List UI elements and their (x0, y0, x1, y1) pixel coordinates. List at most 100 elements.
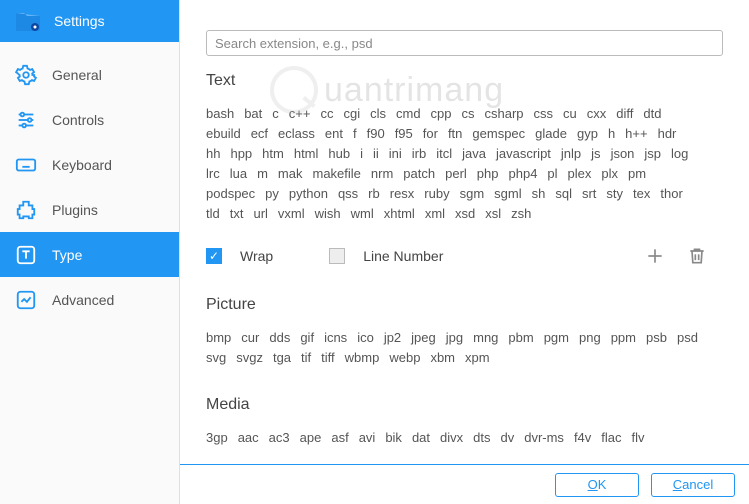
extension-item[interactable]: ii (373, 144, 379, 164)
extension-item[interactable]: dtd (643, 104, 661, 124)
extension-item[interactable]: icns (324, 328, 347, 348)
extension-item[interactable]: ppm (611, 328, 636, 348)
extension-item[interactable]: wml (351, 204, 374, 224)
extension-item[interactable]: tif (301, 348, 311, 368)
extension-item[interactable]: pgm (544, 328, 569, 348)
extension-item[interactable]: avi (359, 428, 376, 448)
extension-item[interactable]: css (534, 104, 554, 124)
extension-item[interactable]: dds (269, 328, 290, 348)
sidebar-item-advanced[interactable]: Advanced (0, 277, 179, 322)
extension-item[interactable]: gyp (577, 124, 598, 144)
extension-item[interactable]: c (272, 104, 279, 124)
extension-item[interactable]: log (671, 144, 688, 164)
extension-item[interactable]: jp2 (384, 328, 401, 348)
sidebar-item-type[interactable]: Type (0, 232, 179, 277)
extension-item[interactable]: h++ (625, 124, 647, 144)
extension-item[interactable]: sty (606, 184, 623, 204)
delete-button[interactable] (685, 244, 709, 268)
extension-item[interactable]: f (353, 124, 357, 144)
extension-item[interactable]: cu (563, 104, 577, 124)
line-number-checkbox[interactable] (329, 248, 345, 264)
extension-item[interactable]: diff (616, 104, 633, 124)
extension-item[interactable]: dv (500, 428, 514, 448)
sidebar-item-keyboard[interactable]: Keyboard (0, 142, 179, 187)
sidebar-item-general[interactable]: General (0, 52, 179, 97)
extension-item[interactable]: pm (628, 164, 646, 184)
extension-item[interactable]: mng (473, 328, 498, 348)
extension-item[interactable]: tld (206, 204, 220, 224)
extension-item[interactable]: jpg (446, 328, 463, 348)
extension-item[interactable]: hpp (230, 144, 252, 164)
extension-item[interactable]: irb (412, 144, 426, 164)
extension-item[interactable]: h (608, 124, 615, 144)
extension-item[interactable]: txt (230, 204, 244, 224)
extension-item[interactable]: xsd (455, 204, 475, 224)
extension-item[interactable]: 3gp (206, 428, 228, 448)
extension-item[interactable]: makefile (312, 164, 360, 184)
extension-item[interactable]: php (477, 164, 499, 184)
extension-item[interactable]: py (265, 184, 279, 204)
extension-item[interactable]: i (360, 144, 363, 164)
extension-item[interactable]: ecf (251, 124, 268, 144)
extension-item[interactable]: wish (315, 204, 341, 224)
extension-item[interactable]: bik (385, 428, 402, 448)
extension-item[interactable]: xsl (485, 204, 501, 224)
extension-item[interactable]: php4 (509, 164, 538, 184)
extension-item[interactable]: sql (555, 184, 572, 204)
extension-item[interactable]: json (611, 144, 635, 164)
extension-item[interactable]: tex (633, 184, 650, 204)
extension-item[interactable]: xpm (465, 348, 490, 368)
extension-item[interactable]: m (257, 164, 268, 184)
extension-item[interactable]: cls (370, 104, 386, 124)
extension-item[interactable]: url (253, 204, 267, 224)
extension-item[interactable]: tiff (321, 348, 335, 368)
extension-item[interactable]: png (579, 328, 601, 348)
extension-item[interactable]: bmp (206, 328, 231, 348)
extension-item[interactable]: jnlp (561, 144, 581, 164)
extension-item[interactable]: f4v (574, 428, 591, 448)
extension-item[interactable]: f90 (367, 124, 385, 144)
extension-item[interactable]: sgml (494, 184, 521, 204)
extension-item[interactable]: dvr-ms (524, 428, 564, 448)
extension-item[interactable]: bat (244, 104, 262, 124)
extension-item[interactable]: flac (601, 428, 621, 448)
extension-item[interactable]: dts (473, 428, 490, 448)
extension-item[interactable]: sh (532, 184, 546, 204)
extension-item[interactable]: ftn (448, 124, 462, 144)
extension-item[interactable]: ini (389, 144, 402, 164)
extension-item[interactable]: plex (568, 164, 592, 184)
extension-item[interactable]: cs (462, 104, 475, 124)
extension-item[interactable]: podspec (206, 184, 255, 204)
extension-item[interactable]: htm (262, 144, 284, 164)
sidebar-item-controls[interactable]: Controls (0, 97, 179, 142)
extension-item[interactable]: srt (582, 184, 596, 204)
extension-item[interactable]: vxml (278, 204, 305, 224)
extension-item[interactable]: rb (368, 184, 380, 204)
extension-item[interactable]: html (294, 144, 319, 164)
ok-button[interactable]: OK (555, 473, 639, 497)
extension-item[interactable]: svg (206, 348, 226, 368)
content-scroll[interactable]: uantrimang Text bashbatcc++cccgiclscmdcp… (180, 66, 749, 464)
extension-item[interactable]: itcl (436, 144, 452, 164)
extension-item[interactable]: pl (547, 164, 557, 184)
extension-item[interactable]: c++ (289, 104, 311, 124)
extension-item[interactable]: cmd (396, 104, 421, 124)
extension-item[interactable]: gemspec (472, 124, 525, 144)
extension-item[interactable]: webp (389, 348, 420, 368)
extension-item[interactable]: wbmp (345, 348, 380, 368)
extension-item[interactable]: ico (357, 328, 374, 348)
extension-item[interactable]: pbm (508, 328, 533, 348)
extension-item[interactable]: plx (601, 164, 618, 184)
extension-item[interactable]: zsh (511, 204, 531, 224)
extension-item[interactable]: cpp (431, 104, 452, 124)
extension-item[interactable]: js (591, 144, 600, 164)
extension-item[interactable]: lrc (206, 164, 220, 184)
extension-item[interactable]: hdr (658, 124, 677, 144)
extension-item[interactable]: svgz (236, 348, 263, 368)
extension-item[interactable]: hh (206, 144, 220, 164)
extension-item[interactable]: f95 (395, 124, 413, 144)
cancel-button[interactable]: Cancel (651, 473, 735, 497)
extension-item[interactable]: divx (440, 428, 463, 448)
extension-item[interactable]: java (462, 144, 486, 164)
extension-item[interactable]: ape (300, 428, 322, 448)
